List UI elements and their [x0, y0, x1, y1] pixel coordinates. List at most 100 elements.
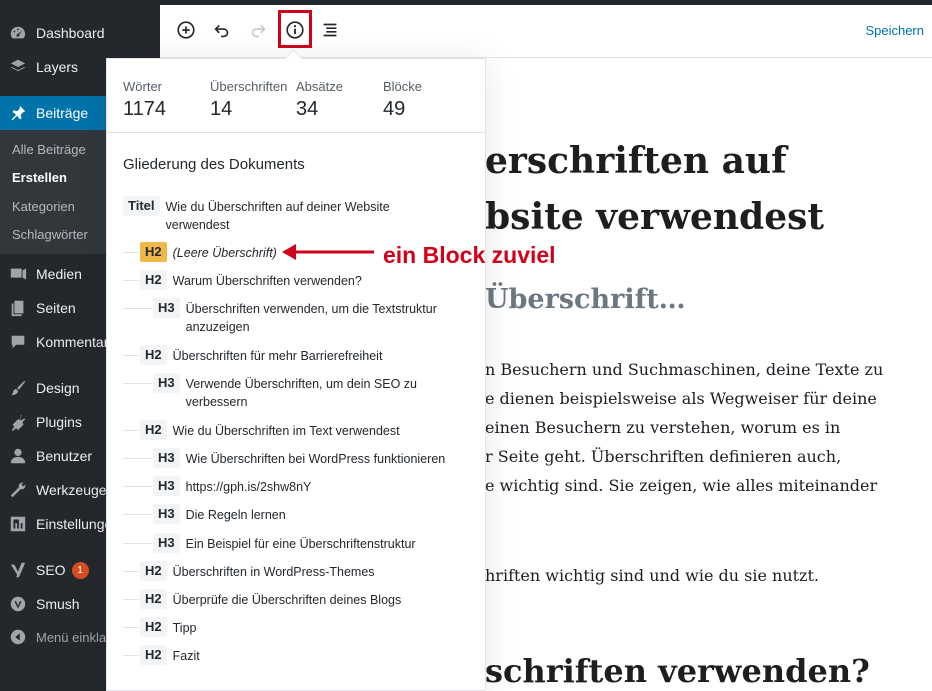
sidebar-item-dashboard[interactable]: Dashboard: [0, 16, 160, 50]
outline-connector: [123, 599, 139, 600]
stat-label: Überschriften: [210, 79, 288, 94]
stat-value: 14: [210, 98, 233, 120]
sidebar-item-label: Smush: [36, 596, 80, 612]
outline-item[interactable]: H3 Ein Beispiel für eine Überschriftenst…: [153, 533, 416, 553]
outline-connector: [123, 280, 139, 281]
annotation-arrow: [282, 244, 374, 260]
sidebar-item-label: Werkzeuge: [36, 482, 107, 498]
users-icon: [8, 446, 28, 466]
document-info-popover: Wörter 1174 Überschriften 14 Absätze 34 …: [106, 58, 486, 691]
block-navigation-button[interactable]: [314, 14, 346, 46]
post-title-line[interactable]: erschriften auf: [485, 140, 787, 182]
outline-item-text: Ein Beispiel für eine Überschriftenstruk…: [185, 537, 416, 551]
outline-icon: [323, 23, 337, 37]
paragraph-line[interactable]: einen Besuchern zu verstehen, worum es i…: [485, 418, 840, 437]
outline-item[interactable]: H3 Die Regeln lernen: [153, 504, 286, 524]
outline-connector: [123, 355, 139, 356]
add-block-button[interactable]: [170, 14, 202, 46]
outline-item[interactable]: H3 https://gph.is/2shw8nY: [153, 476, 311, 496]
submenu-categories[interactable]: Kategorien: [12, 199, 75, 214]
outline-item-text: Tipp: [172, 621, 197, 635]
outline-item[interactable]: H2 Überschriften in WordPress-Themes: [140, 561, 375, 581]
media-icon: [8, 264, 28, 284]
pages-icon: [8, 298, 28, 318]
level-badge: H3: [153, 373, 180, 393]
outline-item[interactable]: H2 Warum Überschriften verwenden?: [140, 270, 362, 290]
outline-connector: [123, 543, 152, 544]
paragraph-line[interactable]: e dienen beispielsweise als Wegweiser fü…: [485, 389, 877, 408]
outline-item[interactable]: H2 Wie du Überschriften im Text verwende…: [140, 420, 400, 440]
stat-headings: Überschriften 14: [210, 79, 287, 121]
outline-connector: [123, 308, 152, 309]
level-badge: H2: [140, 345, 167, 365]
level-badge: H3: [153, 476, 180, 496]
plugins-icon: [8, 412, 28, 432]
sidebar-item-label: SEO: [36, 562, 66, 578]
outline-item[interactable]: H3 Überschriften verwenden, um die Texts…: [153, 298, 453, 336]
outline-connector: [123, 486, 152, 487]
sidebar-item-label: Medien: [36, 266, 82, 282]
level-badge: H3: [153, 504, 180, 524]
paragraph-line[interactable]: e wichtig sind. Sie zeigen, wie alles mi…: [485, 476, 877, 495]
sidebar-item-label: Plugins: [36, 414, 82, 430]
outline-item-text: Die Regeln lernen: [185, 508, 286, 522]
outline-connector: [123, 627, 139, 628]
level-badge: H3: [153, 448, 180, 468]
outline-item-text: Überprüfe die Überschriften deines Blogs: [172, 593, 402, 607]
paragraph-line[interactable]: r Seite geht. Überschriften definieren a…: [485, 447, 841, 466]
outline-item-title[interactable]: Titel Wie du Überschriften auf deiner We…: [123, 196, 423, 234]
redo-button[interactable]: [242, 14, 274, 46]
outline-connector: [123, 655, 139, 656]
content-info-button[interactable]: [279, 14, 311, 46]
outline-item[interactable]: H2 Tipp: [140, 617, 196, 637]
outline-item-text: Überschriften für mehr Barrierefreiheit: [172, 349, 383, 363]
outline-item-empty-heading[interactable]: H2 (Leere Überschrift): [140, 242, 277, 262]
seo-icon: [8, 560, 28, 580]
outline-item[interactable]: H2 Überprüfe die Überschriften deines Bl…: [140, 589, 401, 609]
outline-item-text: Überschriften in WordPress-Themes: [172, 565, 375, 579]
save-button[interactable]: Speichern: [865, 23, 924, 38]
sidebar-item-label: Dashboard: [36, 25, 105, 41]
outline-item[interactable]: H2 Fazit: [140, 645, 200, 665]
level-badge: H2: [140, 589, 167, 609]
dashboard-icon: [8, 23, 28, 43]
stat-words: Wörter 1174: [123, 79, 166, 121]
brush-icon: [8, 378, 28, 398]
heading-block[interactable]: schriften verwenden?: [485, 652, 870, 690]
paragraph-line[interactable]: hriften wichtig sind und wie du sie nutz…: [485, 566, 819, 585]
outline-item-text: Wie Überschriften bei WordPress funktion…: [185, 452, 446, 466]
stat-label: Wörter: [123, 79, 162, 94]
level-badge: H2: [140, 617, 167, 637]
layers-icon: [8, 57, 28, 77]
outline-item-text: Wie du Überschriften im Text verwendest: [172, 424, 400, 438]
outline-item-text: (Leere Überschrift): [172, 246, 277, 260]
sidebar-item-label: Seiten: [36, 300, 76, 316]
editor-toolbar: Speichern: [160, 0, 932, 58]
settings-icon: [8, 514, 28, 534]
outline-item[interactable]: H3 Wie Überschriften bei WordPress funkt…: [153, 448, 445, 468]
level-badge: H2: [140, 561, 167, 581]
outline-item[interactable]: H2 Überschriften für mehr Barrierefreihe…: [140, 345, 382, 365]
submenu-tags[interactable]: Schlagwörter: [12, 227, 88, 242]
level-badge: H2: [140, 270, 167, 290]
outline-item-text: https://gph.is/2shw8nY: [185, 480, 312, 494]
outline-item-text: Überschriften verwenden, um die Textstru…: [185, 302, 437, 334]
stat-blocks: Blöcke 49: [383, 79, 422, 121]
submenu-create[interactable]: Erstellen: [12, 170, 67, 185]
notification-badge: 1: [71, 561, 89, 579]
editor-canvas[interactable]: erschriften auf bsite verwendest Übersch…: [485, 58, 932, 691]
post-title-line[interactable]: bsite verwendest: [485, 196, 824, 238]
paragraph-line[interactable]: n Besuchern und Suchmaschinen, deine Tex…: [485, 360, 883, 379]
empty-heading-block[interactable]: Überschrift…: [485, 284, 686, 315]
sidebar-item-label: Beiträge: [36, 105, 89, 121]
submenu-all-posts[interactable]: Alle Beiträge: [12, 142, 86, 157]
outline-item-text: Fazit: [172, 649, 200, 663]
undo-button[interactable]: [206, 14, 238, 46]
level-badge: H3: [153, 533, 180, 553]
stat-label: Blöcke: [383, 79, 423, 94]
outline-item[interactable]: H3 Verwende Überschriften, um dein SEO z…: [153, 373, 443, 411]
tools-icon: [8, 480, 28, 500]
collapse-icon: [8, 627, 28, 647]
outline-item-text: Warum Überschriften verwenden?: [172, 274, 362, 288]
level-badge: H2: [140, 242, 167, 262]
